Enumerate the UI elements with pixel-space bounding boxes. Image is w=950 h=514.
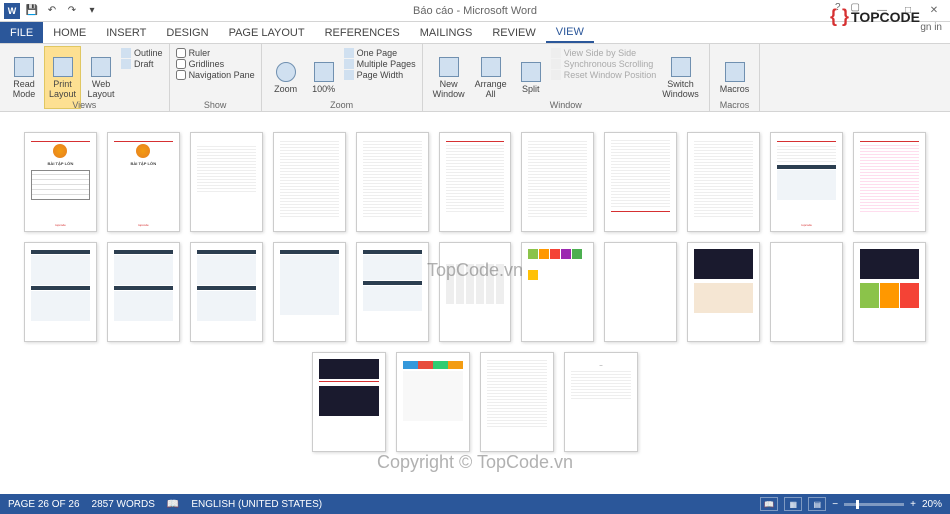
page-thumb-26[interactable]: — [564,352,638,452]
page-thumb-9[interactable] [687,132,760,232]
page-thumb-19[interactable] [604,242,677,342]
page-indicator[interactable]: PAGE 26 OF 26 [8,499,80,510]
redo-button[interactable]: ↷ [64,3,80,19]
print-layout-view-button[interactable]: ▦ [784,497,802,511]
group-macros: Macros Macros [710,44,761,111]
ribbon-tabs: FILE HOME INSERT DESIGN PAGE LAYOUT REFE… [0,22,950,44]
zoom-out-button[interactable]: − [832,499,838,510]
save-button[interactable]: 💾 [24,3,40,19]
quick-access-toolbar: W 💾 ↶ ↷ ▾ [0,3,100,19]
tab-page-layout[interactable]: PAGE LAYOUT [219,22,315,43]
zoom-slider[interactable] [844,503,904,506]
watermark-text-2: Copyright © TopCode.vn [377,452,573,473]
gridlines-checkbox[interactable]: Gridlines [176,59,255,69]
group-show: Ruler Gridlines Navigation Pane Show [170,44,262,111]
page-thumb-16[interactable] [356,242,429,342]
tab-home[interactable]: HOME [43,22,96,43]
one-page-button[interactable]: One Page [344,48,416,58]
zoom-level[interactable]: 20% [922,499,942,510]
page-thumb-11[interactable] [853,132,926,232]
ruler-checkbox[interactable]: Ruler [176,48,255,58]
page-thumb-21[interactable] [770,242,843,342]
group-zoom-label: Zoom [262,100,422,110]
thumb-row-3: — [24,352,926,452]
page-thumb-7[interactable] [521,132,594,232]
page-thumb-23[interactable] [312,352,386,452]
outline-button[interactable]: Outline [121,48,163,58]
group-macros-label: Macros [710,100,760,110]
page-thumb-22[interactable] [853,242,926,342]
group-views: Read Mode Print Layout Web Layout Outlin… [0,44,170,111]
page-thumb-18[interactable] [521,242,594,342]
thumb-row-2 [24,242,926,342]
thumb-row-1: BÀI TẬP LỚNtopcode BÀI TẬP LỚNtopcode to… [24,132,926,232]
undo-button[interactable]: ↶ [44,3,60,19]
web-layout-view-button[interactable]: ▤ [808,497,826,511]
draft-button[interactable]: Draft [121,59,163,69]
page-thumb-24[interactable] [396,352,470,452]
ribbon: Read Mode Print Layout Web Layout Outlin… [0,44,950,112]
group-zoom: Zoom 100% One Page Multiple Pages Page W… [262,44,423,111]
close-button[interactable]: ✕ [922,2,946,20]
zoom-in-button[interactable]: + [910,499,916,510]
page-thumb-17[interactable] [439,242,512,342]
qat-customize[interactable]: ▾ [84,3,100,19]
tab-view[interactable]: VIEW [546,22,594,43]
page-thumb-14[interactable] [190,242,263,342]
sign-in-link[interactable]: gn in [920,22,942,33]
page-thumb-1[interactable]: BÀI TẬP LỚNtopcode [24,132,97,232]
page-thumb-10[interactable]: topcode [770,132,843,232]
multiple-pages-button[interactable]: Multiple Pages [344,59,416,69]
page-thumb-8[interactable] [604,132,677,232]
navigation-pane-checkbox[interactable]: Navigation Pane [176,70,255,80]
synchronous-scrolling-button[interactable]: Synchronous Scrolling [551,59,657,69]
page-thumb-12[interactable] [24,242,97,342]
page-thumb-25[interactable] [480,352,554,452]
read-mode-view-button[interactable]: 📖 [760,497,778,511]
tab-review[interactable]: REVIEW [482,22,545,43]
page-thumb-6[interactable] [439,132,512,232]
group-show-label: Show [170,100,261,110]
group-window-label: Window [423,100,709,110]
page-thumb-3[interactable] [190,132,263,232]
topcode-logo: { } TOPCODE [830,6,920,27]
document-canvas[interactable]: TopCode.vn Copyright © TopCode.vn BÀI TẬ… [0,112,950,494]
tab-insert[interactable]: INSERT [96,22,156,43]
reset-window-position-button[interactable]: Reset Window Position [551,70,657,80]
word-count[interactable]: 2857 WORDS [92,499,155,510]
tab-design[interactable]: DESIGN [156,22,218,43]
window-title: Báo cáo - Microsoft Word [413,5,537,17]
page-thumb-4[interactable] [273,132,346,232]
tab-mailings[interactable]: MAILINGS [410,22,483,43]
word-icon: W [4,3,20,19]
view-side-by-side-button[interactable]: View Side by Side [551,48,657,58]
page-thumb-5[interactable] [356,132,429,232]
group-views-label: Views [0,100,169,110]
titlebar: W 💾 ↶ ↷ ▾ Báo cáo - Microsoft Word ? ▢ —… [0,0,950,22]
tab-file[interactable]: FILE [0,22,43,43]
proofing-icon[interactable]: 📖 [167,499,179,510]
tab-references[interactable]: REFERENCES [315,22,410,43]
group-window: New Window Arrange All Split View Side b… [423,44,710,111]
statusbar: PAGE 26 OF 26 2857 WORDS 📖 ENGLISH (UNIT… [0,494,950,514]
language-indicator[interactable]: ENGLISH (UNITED STATES) [191,499,322,510]
page-thumb-20[interactable] [687,242,760,342]
page-thumb-15[interactable] [273,242,346,342]
page-thumb-13[interactable] [107,242,180,342]
page-width-button[interactable]: Page Width [344,70,416,80]
brace-icon: { } [830,6,849,27]
page-thumb-2[interactable]: BÀI TẬP LỚNtopcode [107,132,180,232]
